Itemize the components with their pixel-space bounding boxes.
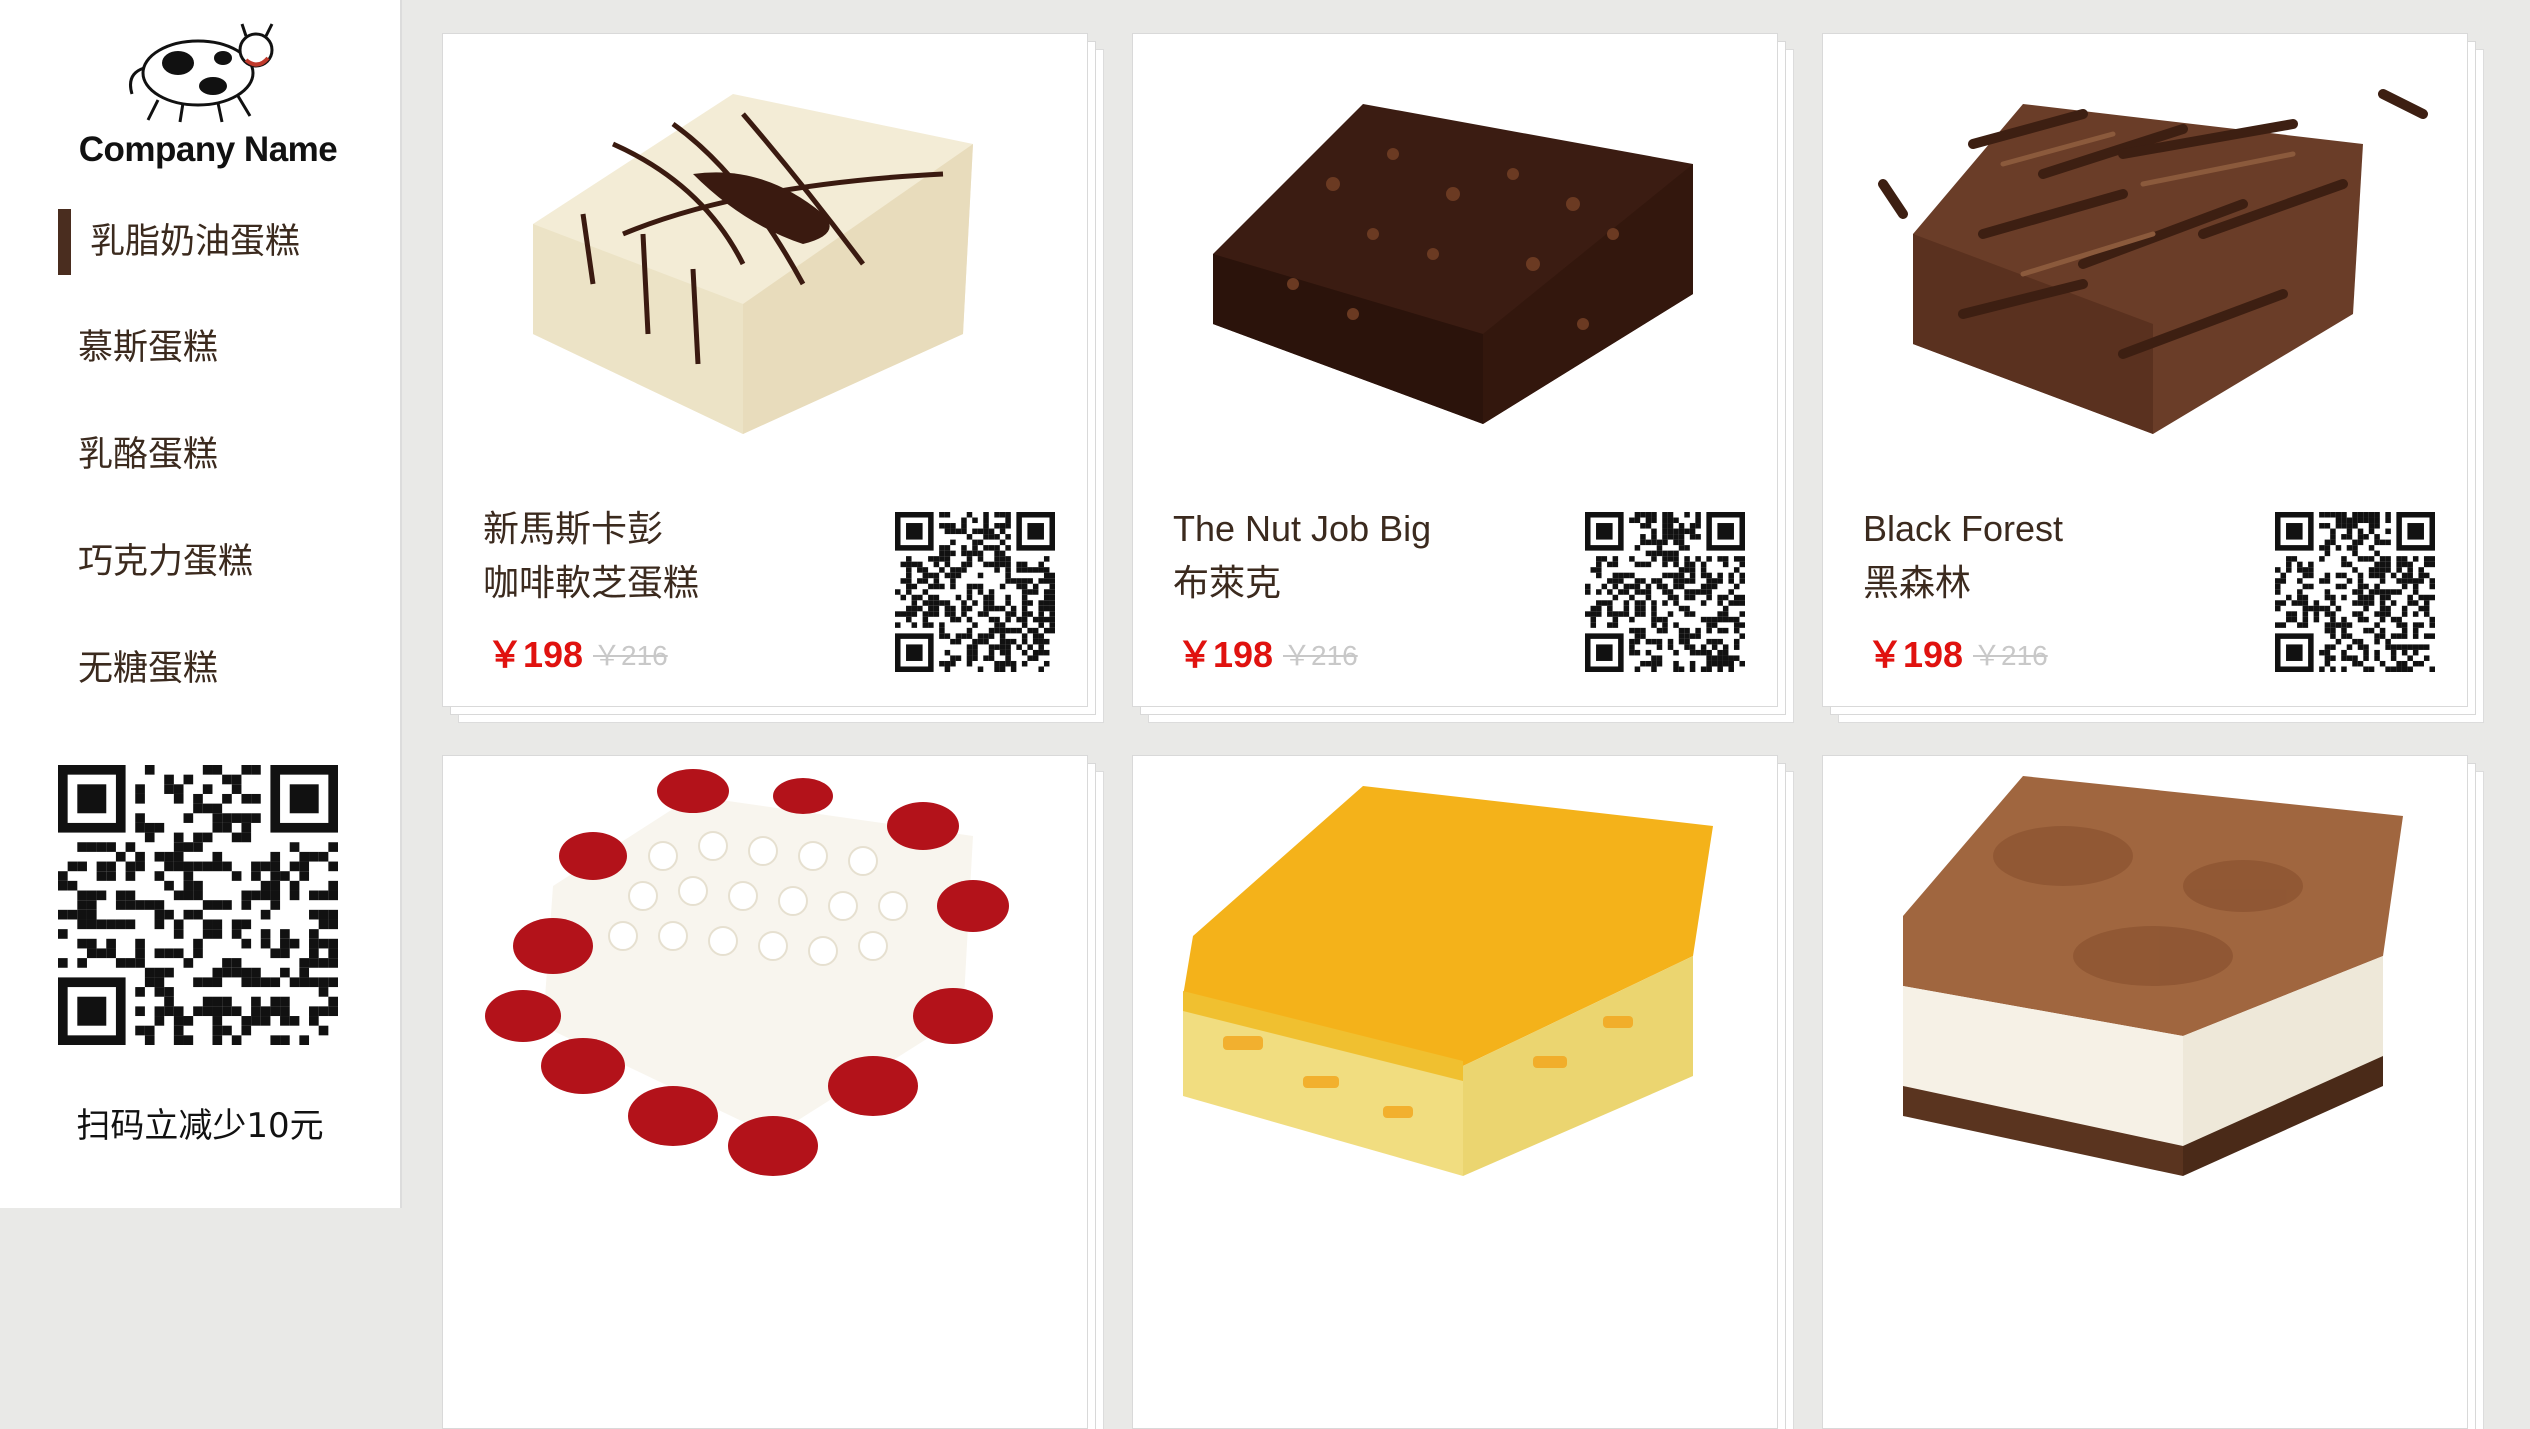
- product-price: ￥198: [487, 634, 584, 675]
- product-price: ￥198: [1177, 634, 1274, 675]
- product-qr-code: [2275, 512, 2435, 672]
- product-qr-code: [1585, 512, 1745, 672]
- product-card[interactable]: [1822, 755, 2468, 1429]
- product-old-price: ￥216: [1973, 640, 2048, 671]
- product-card[interactable]: 新馬斯卡彭 咖啡軟芝蛋糕 ￥198 ￥216: [442, 33, 1088, 707]
- product-card[interactable]: [1132, 755, 1778, 1429]
- nav-item-cheese-cake[interactable]: 乳酪蛋糕: [56, 420, 398, 490]
- product-name[interactable]: 新馬斯卡彭 咖啡軟芝蛋糕: [483, 502, 883, 610]
- cow-icon: [129, 23, 274, 123]
- company-name: Company Name: [78, 130, 338, 169]
- product-name-line2: 布萊克: [1173, 562, 1282, 603]
- product-name-line1: The Nut Job Big: [1173, 508, 1432, 549]
- product-old-price: ￥216: [593, 640, 668, 671]
- product-price: ￥198: [1867, 634, 1964, 675]
- scan-promo-text: 扫码立减少10元: [76, 1106, 324, 1146]
- product-old-price: ￥216: [1283, 640, 1358, 671]
- product-card[interactable]: Black Forest 黑森林 ￥198 ￥216: [1822, 33, 2468, 707]
- chocolate-nut-cake-image: [1133, 34, 1777, 484]
- mango-mousse-cake-image: [1133, 756, 1777, 1206]
- nav-item-cream-cake[interactable]: 乳脂奶油蛋糕: [56, 207, 410, 277]
- product-name-line1: 新馬斯卡彭: [483, 508, 664, 549]
- product-card[interactable]: [442, 755, 1088, 1429]
- product-qr-code: [895, 512, 1055, 672]
- brand-logo[interactable]: Company Name: [58, 8, 358, 178]
- product-name-line1: Black Forest: [1863, 508, 2064, 549]
- nav-item-chocolate-cake[interactable]: 巧克力蛋糕: [56, 527, 398, 597]
- nav-item-mousse-cake[interactable]: 慕斯蛋糕: [56, 313, 398, 383]
- product-name-line2: 咖啡軟芝蛋糕: [483, 562, 700, 603]
- black-forest-cake-image: [1823, 34, 2467, 484]
- red-petal-cream-cake-image: [443, 756, 1087, 1206]
- product-card[interactable]: The Nut Job Big 布萊克 ￥198 ￥216: [1132, 33, 1778, 707]
- product-name[interactable]: Black Forest 黑森林: [1863, 502, 2263, 610]
- product-name-line2: 黑森林: [1863, 562, 1972, 603]
- tiramisu-cake-image: [1823, 756, 2467, 1206]
- product-name[interactable]: The Nut Job Big 布萊克: [1173, 502, 1573, 610]
- sidebar: Company Name 乳脂奶油蛋糕 慕斯蛋糕 乳酪蛋糕 巧克力蛋糕 无糖蛋糕…: [0, 0, 402, 1208]
- cream-cake-image: [443, 34, 1087, 484]
- sidebar-qr-code: [58, 765, 338, 1045]
- nav-item-sugar-free-cake[interactable]: 无糖蛋糕: [56, 634, 398, 704]
